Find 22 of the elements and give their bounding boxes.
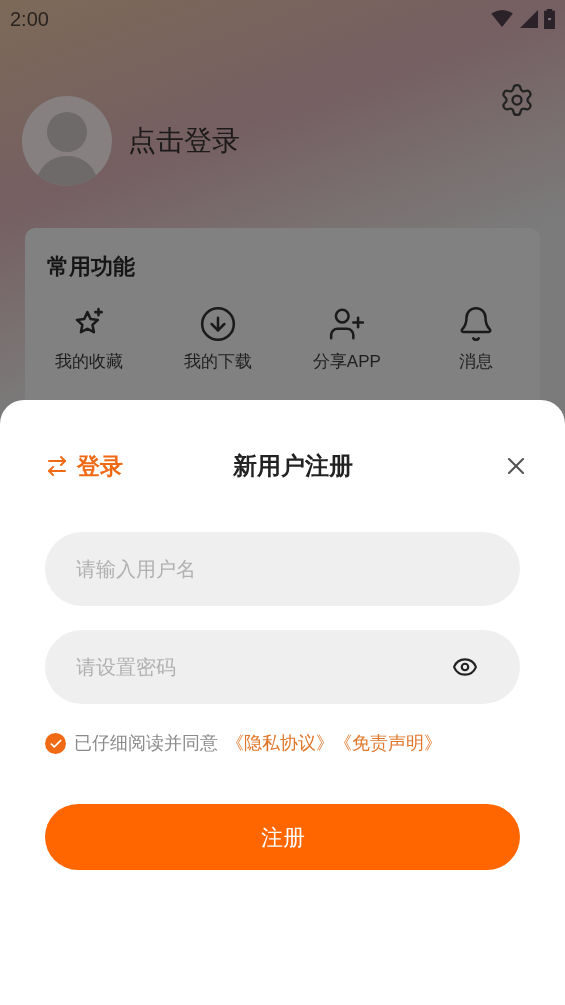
signal-icon xyxy=(520,10,538,28)
register-button[interactable]: 注册 xyxy=(45,804,520,870)
feature-item[interactable]: 分享APP xyxy=(282,305,412,375)
swap-icon xyxy=(45,454,69,478)
login-prompt[interactable]: 点击登录 xyxy=(128,120,240,162)
feature-item[interactable]: 我的下载 xyxy=(153,305,283,375)
agree-checkbox[interactable] xyxy=(45,733,66,754)
password-field[interactable]: 请设置密码 xyxy=(45,630,520,704)
sheet-title: 新用户注册 xyxy=(232,451,353,481)
settings-icon[interactable] xyxy=(499,82,535,118)
feature-item[interactable]: 消息 xyxy=(411,305,540,375)
agreement-link[interactable]: 《隐私协议》 xyxy=(226,730,334,757)
switch-login-link[interactable]: 登录 xyxy=(45,448,123,484)
status-time: 2:00 xyxy=(10,7,49,32)
agreement-text: 已仔细阅读并同意 xyxy=(74,732,218,755)
feature-item[interactable]: 我的收藏 xyxy=(25,305,154,375)
username-field[interactable]: 请输入用户名 xyxy=(45,532,520,606)
download-icon xyxy=(199,305,238,343)
section-title: 常用功能 xyxy=(47,253,136,281)
agreement-link[interactable]: 《免责声明》 xyxy=(334,730,442,757)
battery-icon xyxy=(544,9,555,29)
wifi-icon xyxy=(490,10,514,28)
